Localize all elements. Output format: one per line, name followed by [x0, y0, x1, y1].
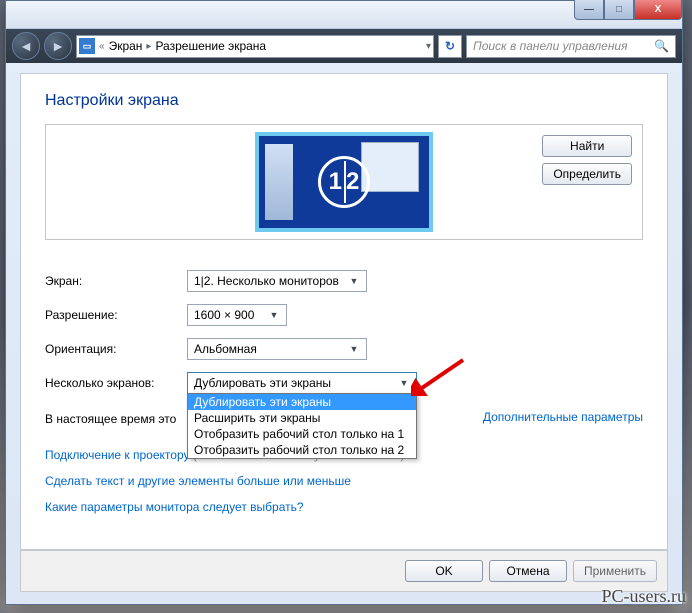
screen-label: Экран: [45, 274, 187, 288]
resolution-label: Разрешение: [45, 308, 187, 322]
chevron-down-icon: ▼ [396, 375, 412, 391]
dropdown-option[interactable]: Отобразить рабочий стол только на 2 [188, 442, 416, 458]
cancel-button[interactable]: Отмена [489, 560, 567, 582]
maximize-button[interactable]: □ [604, 0, 634, 20]
search-input[interactable]: Поиск в панели управления 🔍 [466, 35, 676, 58]
chevron-down-icon: ▼ [346, 341, 362, 357]
arrow-right-icon: ► [51, 38, 65, 54]
dialog-footer: OK Отмена Применить [20, 550, 668, 592]
apply-button[interactable]: Применить [573, 560, 657, 582]
multiple-displays-row: Несколько экранов: Дублировать эти экран… [21, 366, 667, 400]
forward-button[interactable]: ► [44, 32, 72, 60]
orientation-row: Ориентация: Альбомная ▼ [21, 332, 667, 366]
multiple-displays-value: Дублировать эти экраны [194, 376, 331, 390]
chevron-down-icon: ▼ [346, 273, 362, 289]
screen-row: Экран: 1|2. Несколько мониторов ▼ [21, 264, 667, 298]
breadcrumb-item[interactable]: Экран [109, 39, 143, 53]
back-button[interactable]: ◄ [12, 32, 40, 60]
minimize-button[interactable]: — [574, 0, 604, 20]
chevron-right-icon: ▸ [146, 41, 151, 52]
breadcrumb-item[interactable]: Разрешение экрана [155, 39, 266, 53]
dropdown-list: Дублировать эти экраны Расширить эти экр… [187, 393, 417, 459]
chevron-down-icon: ▼ [266, 307, 282, 323]
dropdown-option[interactable]: Отобразить рабочий стол только на 1 [188, 426, 416, 442]
window: — □ X ◄ ► ▭ « Экран ▸ Разрешение экрана … [5, 0, 683, 605]
resolution-value: 1600 × 900 [194, 308, 254, 322]
resolution-dropdown[interactable]: 1600 × 900 ▼ [187, 304, 287, 326]
monitor-number-badge: 12 [318, 156, 370, 208]
page-title: Настройки экрана [21, 74, 667, 124]
screen-dropdown[interactable]: 1|2. Несколько мониторов ▼ [187, 270, 367, 292]
breadcrumb-prefix: « [99, 41, 105, 52]
orientation-label: Ориентация: [45, 342, 187, 356]
monitor-icon: ▭ [79, 38, 95, 54]
multiple-displays-label: Несколько экранов: [45, 376, 187, 390]
textsize-link[interactable]: Сделать текст и другие элементы больше и… [45, 474, 351, 488]
orientation-dropdown[interactable]: Альбомная ▼ [187, 338, 367, 360]
detect-button[interactable]: Определить [542, 163, 632, 185]
arrow-left-icon: ◄ [19, 38, 33, 54]
preview-buttons: Найти Определить [542, 135, 632, 185]
which-link-line: Какие параметры монитора следует выбрать… [21, 494, 667, 520]
content-panel: Настройки экрана 12 Найти Определить Экр… [20, 73, 668, 550]
titlebar[interactable]: — □ X [6, 1, 682, 29]
close-button[interactable]: X [634, 0, 682, 20]
monitor-preview-box: 12 Найти Определить [45, 124, 643, 240]
dropdown-icon[interactable]: ▾ [426, 41, 431, 52]
navbar: ◄ ► ▭ « Экран ▸ Разрешение экрана ▾ ↻ По… [6, 29, 682, 63]
window-controls: — □ X [574, 0, 682, 20]
dropdown-option[interactable]: Расширить эти экраны [188, 410, 416, 426]
refresh-button[interactable]: ↻ [438, 35, 462, 58]
search-icon[interactable]: 🔍 [654, 39, 669, 53]
ok-button[interactable]: OK [405, 560, 483, 582]
projector-link[interactable]: Подключение к проектору [45, 448, 190, 462]
textsize-link-line: Сделать текст и другие элементы больше и… [21, 468, 667, 494]
find-button[interactable]: Найти [542, 135, 632, 157]
monitor-preview[interactable]: 12 [255, 132, 433, 232]
multiple-displays-dropdown[interactable]: Дублировать эти экраны ▼ Дублировать эти… [187, 372, 417, 394]
watermark: PC-users.ru [602, 586, 687, 607]
screen-value: 1|2. Несколько мониторов [194, 274, 339, 288]
resolution-row: Разрешение: 1600 × 900 ▼ [21, 298, 667, 332]
refresh-icon: ↻ [445, 39, 455, 53]
advanced-settings-link[interactable]: Дополнительные параметры [483, 410, 643, 424]
which-monitor-link[interactable]: Какие параметры монитора следует выбрать… [45, 500, 304, 514]
address-bar[interactable]: ▭ « Экран ▸ Разрешение экрана ▾ [76, 35, 434, 58]
dropdown-option[interactable]: Дублировать эти экраны [188, 394, 416, 410]
orientation-value: Альбомная [194, 342, 257, 356]
search-placeholder: Поиск в панели управления [473, 39, 628, 53]
